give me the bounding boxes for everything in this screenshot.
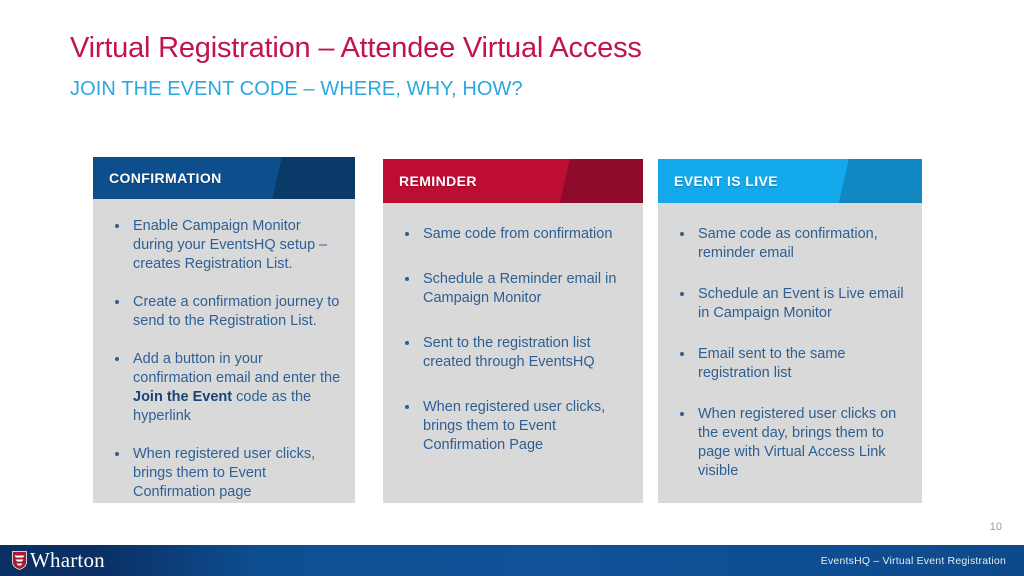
list-item: Enable Campaign Monitor during your Even… xyxy=(107,217,341,274)
list-item: Schedule a Reminder email in Campaign Mo… xyxy=(397,270,629,308)
bullet-text: Schedule a Reminder email in Campaign Mo… xyxy=(423,271,617,306)
bullet-emphasis: Join the Event xyxy=(133,389,233,405)
card-header-label: CONFIRMATION xyxy=(109,170,222,186)
list-item: When registered user clicks on the event… xyxy=(672,405,908,481)
list-item: Schedule an Event is Live email in Campa… xyxy=(672,285,908,323)
list-item: When registered user clicks, brings them… xyxy=(107,445,341,502)
bullet-text: Email sent to the same registration list xyxy=(698,346,846,381)
footer-caption: EventsHQ – Virtual Event Registration xyxy=(820,554,1006,567)
bullet-list-confirmation: Enable Campaign Monitor during your Even… xyxy=(93,199,355,502)
list-item: Add a button in your confirmation email … xyxy=(107,350,341,426)
bullet-text: Create a confirmation journey to send to… xyxy=(133,294,340,329)
bullet-text: Add a button in your confirmation email … xyxy=(133,351,341,386)
card-header-reminder: REMINDER xyxy=(383,159,643,203)
bullet-text: Same code from confirmation xyxy=(423,226,613,242)
card-group: CONFIRMATION Enable Campaign Monitor dur… xyxy=(0,0,1024,576)
wharton-logo: Wharton xyxy=(0,545,105,576)
card-event-is-live: EVENT IS LIVE Same code as confirmation,… xyxy=(658,159,922,503)
list-item: Sent to the registration list created th… xyxy=(397,334,629,372)
card-header-event-is-live: EVENT IS LIVE xyxy=(658,159,922,203)
list-item: When registered user clicks, brings them… xyxy=(397,398,629,455)
bullet-text: Enable Campaign Monitor during your Even… xyxy=(133,218,328,272)
card-reminder: REMINDER Same code from confirmation Sch… xyxy=(383,159,643,503)
wharton-wordmark: Wharton xyxy=(30,548,105,572)
bullet-text: Schedule an Event is Live email in Campa… xyxy=(698,286,904,321)
bullet-text: When registered user clicks, brings them… xyxy=(133,446,316,500)
card-header-label: EVENT IS LIVE xyxy=(674,173,778,189)
list-item: Email sent to the same registration list xyxy=(672,345,908,383)
header-angle-shape xyxy=(832,159,922,203)
bullet-text: Same code as confirmation, reminder emai… xyxy=(698,226,878,261)
shield-icon xyxy=(12,551,27,570)
bullet-text: When registered user clicks, brings them… xyxy=(423,399,606,453)
bullet-list-event-is-live: Same code as confirmation, reminder emai… xyxy=(658,203,922,481)
list-item: Same code from confirmation xyxy=(397,225,629,244)
list-item: Create a confirmation journey to send to… xyxy=(107,293,341,331)
bullet-text: Sent to the registration list created th… xyxy=(423,335,595,370)
card-header-label: REMINDER xyxy=(399,173,477,189)
bullet-text: When registered user clicks on the event… xyxy=(698,406,897,479)
list-item: Same code as confirmation, reminder emai… xyxy=(672,225,908,263)
header-angle-shape xyxy=(265,157,355,199)
bullet-list-reminder: Same code from confirmation Schedule a R… xyxy=(383,203,643,455)
card-header-confirmation: CONFIRMATION xyxy=(93,157,355,199)
card-confirmation: CONFIRMATION Enable Campaign Monitor dur… xyxy=(93,157,355,503)
page-number: 10 xyxy=(989,521,1002,533)
footer-bar: Wharton EventsHQ – Virtual Event Registr… xyxy=(0,545,1024,576)
header-angle-shape xyxy=(553,159,643,203)
